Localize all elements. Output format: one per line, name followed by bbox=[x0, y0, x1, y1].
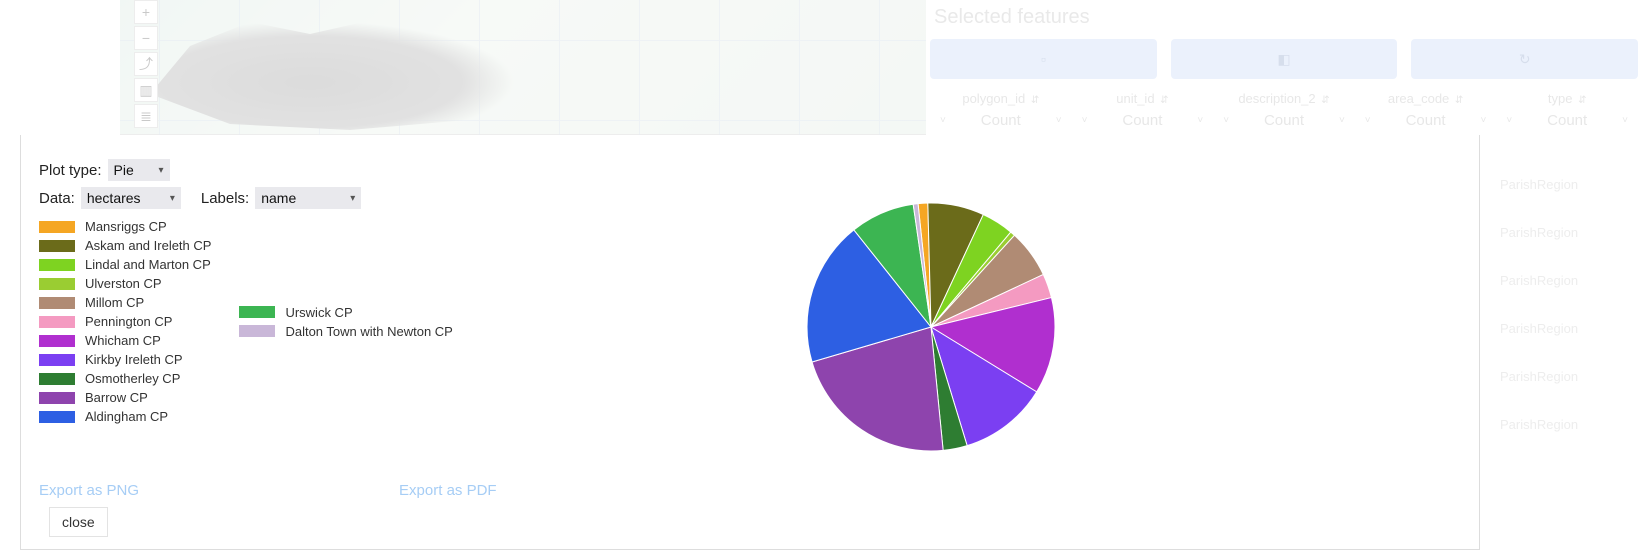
table-row[interactable]: ParishRegion bbox=[1500, 257, 1638, 305]
legend-label: Osmotherley CP bbox=[85, 371, 180, 386]
table-row[interactable]: ParishRegion bbox=[1500, 401, 1638, 449]
legend-swatch bbox=[239, 306, 275, 318]
legend-label: Aldingham CP bbox=[85, 409, 168, 424]
legend-label: Mansriggs CP bbox=[85, 219, 167, 234]
plot-type-select[interactable]: Pie ▾ bbox=[108, 159, 170, 181]
legend-item[interactable]: Urswick CP bbox=[239, 305, 452, 320]
legend-label: Pennington CP bbox=[85, 314, 172, 329]
legend-swatch bbox=[39, 354, 75, 366]
chevron-down-icon: ▾ bbox=[350, 193, 355, 204]
export-png-link[interactable]: Export as PNG bbox=[39, 482, 139, 499]
legend-item[interactable]: Pennington CP bbox=[39, 314, 211, 329]
legend-swatch bbox=[39, 392, 75, 404]
table-row[interactable]: ParishRegion bbox=[1500, 161, 1638, 209]
legend-item[interactable]: Kirkby Ireleth CP bbox=[39, 352, 211, 367]
legend-label: Ulverston CP bbox=[85, 276, 162, 291]
legend-swatch bbox=[39, 259, 75, 271]
feature-button-3[interactable]: ↻ bbox=[1411, 39, 1638, 79]
legend-item[interactable]: Barrow CP bbox=[39, 390, 211, 405]
plot-type-value: Pie bbox=[114, 162, 134, 178]
labels-label: Labels: bbox=[201, 190, 249, 207]
map-zoom-out[interactable]: − bbox=[134, 26, 158, 50]
plot-type-label: Plot type: bbox=[39, 162, 102, 179]
data-field-value: hectares bbox=[87, 190, 141, 206]
export-row: Export as PNG Export as PDF bbox=[39, 482, 639, 499]
table-agg-cell[interactable]: ˅Count˅ bbox=[1496, 110, 1638, 131]
legend-column-1: Mansriggs CP Askam and Ireleth CP Lindal a… bbox=[39, 219, 211, 424]
legend-label: Barrow CP bbox=[85, 390, 148, 405]
labels-field-select[interactable]: name ▾ bbox=[255, 187, 361, 209]
legend-swatch bbox=[239, 325, 275, 337]
selected-features-title: Selected features bbox=[930, 0, 1638, 35]
legend-item[interactable]: Millom CP bbox=[39, 295, 211, 310]
export-pdf-link[interactable]: Export as PDF bbox=[399, 482, 497, 499]
map-controls: + − ⤴ ▥ ≣ bbox=[134, 0, 158, 130]
pie-chart bbox=[801, 197, 1061, 457]
map-zoom-in[interactable]: + bbox=[134, 0, 158, 24]
legend-item[interactable]: Askam and Ireleth CP bbox=[39, 238, 211, 253]
table-agg-cell[interactable]: ˅Count˅ bbox=[1072, 110, 1214, 131]
chevron-down-icon: ▾ bbox=[159, 165, 164, 176]
table-agg-cell[interactable]: ˅Count˅ bbox=[1355, 110, 1497, 131]
map-legend[interactable]: ≣ bbox=[134, 104, 158, 128]
legend-swatch bbox=[39, 297, 75, 309]
legend-item[interactable]: Aldingham CP bbox=[39, 409, 211, 424]
chart-legend: Mansriggs CP Askam and Ireleth CP Lindal a… bbox=[39, 219, 1461, 424]
legend-swatch bbox=[39, 278, 75, 290]
legend-label: Dalton Town with Newton CP bbox=[285, 324, 452, 339]
chart-modal: Plot type: Pie ▾ Data: hectares ▾ Labels… bbox=[20, 135, 1480, 550]
map-export[interactable]: ⤴ bbox=[134, 52, 158, 76]
legend-label: Askam and Ireleth CP bbox=[85, 238, 211, 253]
legend-label: Lindal and Marton CP bbox=[85, 257, 211, 272]
table-header-row: polygon_id ⇵unit_id ⇵description_2 ⇵area… bbox=[930, 87, 1638, 110]
legend-item[interactable]: Osmotherley CP bbox=[39, 371, 211, 386]
legend-column-2: Urswick CP Dalton Town with Newton CP bbox=[239, 219, 452, 424]
table-column-header[interactable]: area_code ⇵ bbox=[1355, 87, 1497, 110]
table-agg-cell[interactable]: ˅Count˅ bbox=[930, 110, 1072, 131]
legend-swatch bbox=[39, 411, 75, 423]
legend-label: Millom CP bbox=[85, 295, 144, 310]
close-button[interactable]: close bbox=[49, 507, 108, 537]
table-agg-cell[interactable]: ˅Count˅ bbox=[1213, 110, 1355, 131]
legend-swatch bbox=[39, 316, 75, 328]
legend-item[interactable]: Whicham CP bbox=[39, 333, 211, 348]
map-layers[interactable]: ▥ bbox=[134, 78, 158, 102]
feature-button-row: ▫ ◧ ↻ bbox=[930, 39, 1638, 79]
legend-item[interactable]: Dalton Town with Newton CP bbox=[239, 324, 452, 339]
table-column-header[interactable]: type ⇵ bbox=[1496, 87, 1638, 110]
table-column-header[interactable]: description_2 ⇵ bbox=[1213, 87, 1355, 110]
chevron-down-icon: ▾ bbox=[170, 193, 175, 204]
table-row[interactable]: ParishRegion bbox=[1500, 305, 1638, 353]
data-field-select[interactable]: hectares ▾ bbox=[81, 187, 181, 209]
data-labels-row: Data: hectares ▾ Labels: name ▾ bbox=[39, 187, 1461, 209]
feature-button-1[interactable]: ▫ bbox=[930, 39, 1157, 79]
legend-label: Urswick CP bbox=[285, 305, 352, 320]
legend-swatch bbox=[39, 221, 75, 233]
table-column-header[interactable]: polygon_id ⇵ bbox=[930, 87, 1072, 110]
legend-item[interactable]: Mansriggs CP bbox=[39, 219, 211, 234]
data-label: Data: bbox=[39, 190, 75, 207]
table-row[interactable]: ParishRegion bbox=[1500, 353, 1638, 401]
plot-type-row: Plot type: Pie ▾ bbox=[39, 159, 1461, 181]
legend-label: Whicham CP bbox=[85, 333, 161, 348]
legend-item[interactable]: Lindal and Marton CP bbox=[39, 257, 211, 272]
legend-swatch bbox=[39, 335, 75, 347]
feature-button-2[interactable]: ◧ bbox=[1171, 39, 1398, 79]
table-row[interactable]: ParishRegion bbox=[1500, 209, 1638, 257]
legend-item[interactable]: Ulverston CP bbox=[39, 276, 211, 291]
table-agg-row: ˅Count˅˅Count˅˅Count˅˅Count˅˅Count˅ bbox=[930, 110, 1638, 131]
map-roads-overlay bbox=[120, 0, 926, 135]
labels-field-value: name bbox=[261, 190, 296, 206]
map-selection-shape bbox=[150, 10, 550, 130]
map-background bbox=[120, 0, 926, 135]
table-column-header[interactable]: unit_id ⇵ bbox=[1072, 87, 1214, 110]
legend-swatch bbox=[39, 373, 75, 385]
legend-swatch bbox=[39, 240, 75, 252]
legend-label: Kirkby Ireleth CP bbox=[85, 352, 183, 367]
